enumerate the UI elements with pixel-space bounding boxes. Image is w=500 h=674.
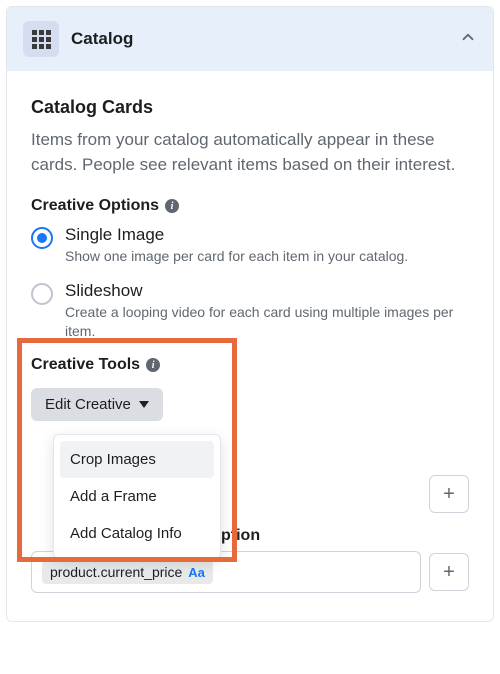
panel-header[interactable]: Catalog — [7, 7, 493, 71]
radio-single-image[interactable]: Single Image Show one image per card for… — [31, 225, 469, 267]
add-button[interactable]: + — [429, 475, 469, 513]
option-desc: Create a looping video for each card usi… — [65, 303, 469, 342]
panel-body: Catalog Cards Items from your catalog au… — [7, 71, 493, 621]
menu-add-catalog-info[interactable]: Add Catalog Info — [60, 515, 214, 552]
section-title: Catalog Cards — [31, 97, 469, 118]
add-button[interactable]: + — [429, 553, 469, 591]
caret-down-icon — [139, 401, 149, 408]
catalog-panel: Catalog Catalog Cards Items from your ca… — [6, 6, 494, 622]
info-icon[interactable]: i — [165, 199, 179, 213]
token-text: product.current_price — [50, 564, 182, 580]
token-product-current-price[interactable]: product.current_price Aa — [42, 560, 213, 584]
description-field-label-suffix: ption — [221, 527, 469, 545]
creative-tools-label-text: Creative Tools — [31, 356, 140, 374]
info-icon[interactable]: i — [146, 358, 160, 372]
menu-add-frame[interactable]: Add a Frame — [60, 478, 214, 515]
radio-icon[interactable] — [31, 283, 53, 305]
panel-title: Catalog — [71, 29, 459, 49]
edit-creative-button[interactable]: Edit Creative — [31, 388, 163, 421]
option-desc: Show one image per card for each item in… — [65, 247, 408, 267]
radio-slideshow[interactable]: Slideshow Create a looping video for eac… — [31, 281, 469, 342]
creative-options-label: Creative Options i — [31, 197, 469, 215]
creative-options-label-text: Creative Options — [31, 197, 159, 215]
creative-tools-label: Creative Tools i — [31, 356, 469, 374]
section-description: Items from your catalog automatically ap… — [31, 128, 469, 177]
text-format-icon[interactable]: Aa — [188, 565, 205, 580]
edit-creative-label: Edit Creative — [45, 396, 131, 413]
menu-crop-images[interactable]: Crop Images — [60, 441, 214, 478]
catalog-grid-icon — [23, 21, 59, 57]
option-title: Single Image — [65, 225, 408, 245]
option-title: Slideshow — [65, 281, 469, 301]
radio-icon[interactable] — [31, 227, 53, 249]
chevron-up-icon[interactable] — [459, 28, 477, 51]
edit-creative-dropdown: Crop Images Add a Frame Add Catalog Info — [53, 434, 221, 559]
